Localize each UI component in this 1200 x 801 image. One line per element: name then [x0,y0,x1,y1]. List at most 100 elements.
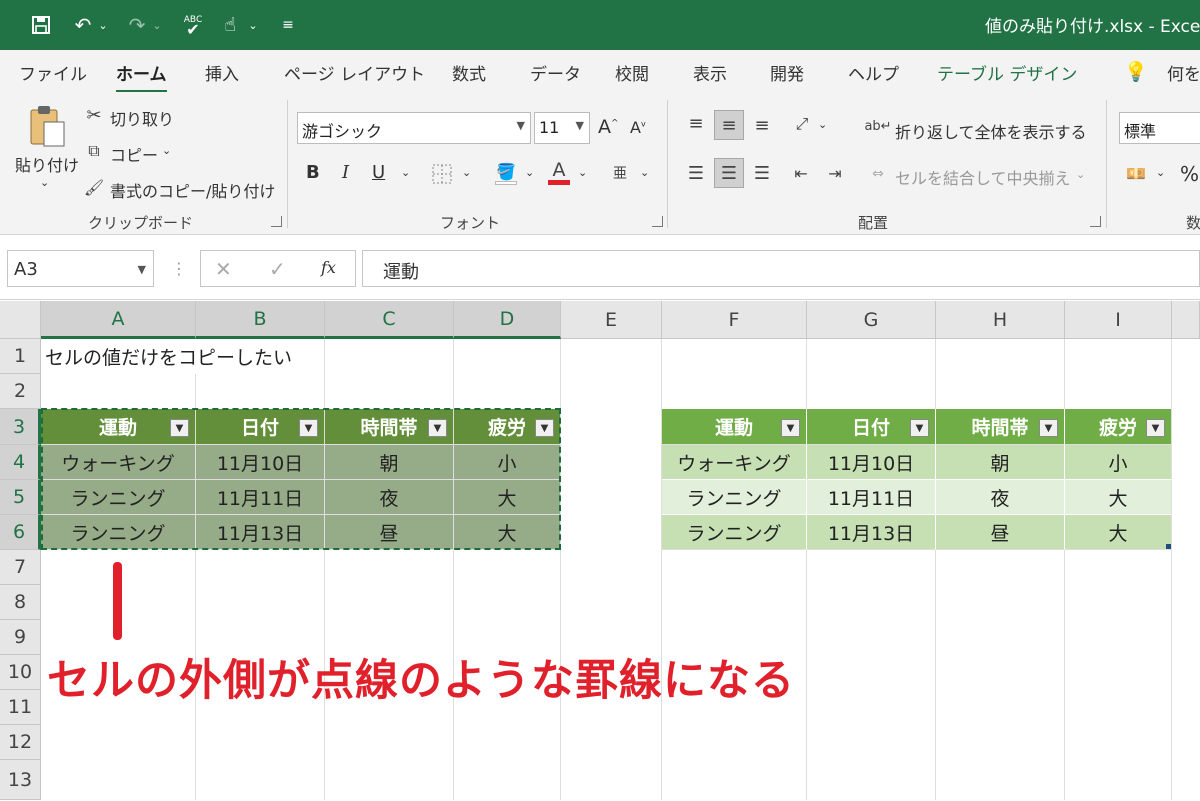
enter-icon[interactable]: ✓ [269,257,286,281]
cut-button[interactable]: 切り取り [110,106,174,130]
tab-view[interactable]: 表示 [693,60,727,85]
increase-indent-icon[interactable]: ⇥ [822,160,848,186]
filter-dropdown-icon[interactable]: ▼ [535,419,554,437]
scissors-icon[interactable]: ✂ [84,104,104,126]
font-color-icon[interactable]: A [546,156,572,188]
align-center-icon[interactable]: ☰ [714,158,744,188]
spellcheck-icon[interactable]: ABC ✔ [180,11,206,39]
row-header-12[interactable]: 12 [0,725,41,760]
table-cell[interactable]: 朝 [936,445,1065,480]
fill-color-icon[interactable]: 🪣 [493,158,519,188]
copy-button[interactable]: コピー [110,142,158,166]
formula-input[interactable]: 運動 [362,250,1200,287]
underline-button[interactable]: U [372,162,385,183]
table-resize-handle-icon[interactable] [1166,544,1171,549]
table-cell[interactable]: 昼 [325,515,454,550]
cell-a1[interactable]: セルの値だけをコピーしたい [45,339,295,374]
filter-dropdown-icon[interactable]: ▼ [170,419,189,437]
table-cell[interactable]: 11月13日 [807,515,936,550]
right-table-header-time[interactable]: 時間帯 ▼ [936,409,1065,445]
phonetic-dropdown-icon[interactable]: ⌄ [640,166,649,179]
paste-button[interactable]: 貼り付け [15,152,79,176]
table-cell[interactable]: 大 [1065,480,1172,515]
column-header-d[interactable]: D [454,301,561,339]
wrap-text-button[interactable]: 折り返して全体を表示する [895,119,1087,143]
column-header-g[interactable]: G [807,301,936,339]
paste-icon[interactable] [26,104,70,148]
table-cell[interactable]: 大 [1065,515,1172,550]
row-header-10[interactable]: 10 [0,655,41,690]
align-middle-icon[interactable]: ≡ [714,110,744,140]
column-header-j[interactable] [1172,301,1200,339]
column-header-i[interactable]: I [1065,301,1172,339]
tab-insert[interactable]: 挿入 [205,60,239,85]
left-table-header-fatigue[interactable]: 疲労 ▼ [454,409,561,445]
italic-button[interactable]: I [342,162,349,183]
tab-data[interactable]: データ [530,60,581,85]
wrap-text-icon[interactable]: ab↵ [864,114,891,138]
font-size-combo[interactable]: 11 ▼ [534,112,590,144]
table-cell[interactable]: 小 [454,445,561,480]
column-header-f[interactable]: F [662,301,807,339]
table-cell[interactable]: 小 [1065,445,1172,480]
format-painter-icon[interactable]: 🖌 [84,176,104,198]
table-cell[interactable]: 昼 [936,515,1065,550]
tab-formulas[interactable]: 数式 [452,60,486,85]
table-cell[interactable]: 11月10日 [196,445,325,480]
right-table-header-exercise[interactable]: 運動 ▼ [662,409,807,445]
row-header-9[interactable]: 9 [0,620,41,655]
border-dropdown-icon[interactable]: ⌄ [462,166,471,179]
orientation-icon[interactable]: ⤢ [790,112,814,136]
table-cell[interactable]: ウォーキング [41,445,196,480]
filter-dropdown-icon[interactable]: ▼ [781,419,800,437]
tab-home[interactable]: ホーム [116,60,167,93]
table-cell[interactable]: 夜 [936,480,1065,515]
table-cell[interactable]: ランニング [662,480,807,515]
currency-icon[interactable]: 💴 [1122,160,1150,186]
insert-function-button[interactable]: fx [321,258,336,277]
align-top-icon[interactable]: ≡ [683,110,709,136]
row-header-3[interactable]: 3 [0,409,41,445]
align-left-icon[interactable]: ☰ [683,160,709,186]
redo-icon[interactable]: ↷ [124,11,150,39]
table-cell[interactable]: 11月13日 [196,515,325,550]
phonetic-icon[interactable]: 亜 [608,160,632,186]
column-header-c[interactable]: C [325,301,454,339]
lightbulb-icon[interactable]: 💡 [1124,60,1148,83]
filter-dropdown-icon[interactable]: ▼ [299,419,318,437]
font-color-dropdown-icon[interactable]: ⌄ [578,166,587,179]
left-table-header-date[interactable]: 日付 ▼ [196,409,325,445]
font-launcher-icon[interactable] [652,216,663,227]
column-header-b[interactable]: B [196,301,325,339]
tell-me-search[interactable]: 何をし [1167,60,1200,85]
row-header-7[interactable]: 7 [0,550,41,585]
shrink-font-icon[interactable]: Av [630,118,646,137]
tab-help[interactable]: ヘルプ [848,60,899,85]
row-header-13[interactable]: 13 [0,760,41,800]
font-name-combo[interactable]: 游ゴシック ▼ [297,112,531,144]
table-cell[interactable]: 11月11日 [807,480,936,515]
touch-mode-icon[interactable]: ☝ [218,11,242,39]
copy-icon[interactable]: ⧉ [84,140,104,162]
tab-file[interactable]: ファイル [19,60,87,85]
left-table-header-time[interactable]: 時間帯 ▼ [325,409,454,445]
merge-center-button[interactable]: セルを結合して中央揃え [895,165,1071,189]
row-header-11[interactable]: 11 [0,690,41,725]
column-header-e[interactable]: E [561,301,662,339]
table-cell[interactable]: 大 [454,480,561,515]
decrease-indent-icon[interactable]: ⇤ [788,160,814,186]
clipboard-launcher-icon[interactable] [271,216,282,227]
table-cell[interactable]: ランニング [41,480,196,515]
name-box[interactable]: A3 ▼ [7,250,154,287]
orientation-dropdown-icon[interactable]: ⌄ [818,118,827,131]
filter-dropdown-icon[interactable]: ▼ [428,419,447,437]
table-cell[interactable]: 夜 [325,480,454,515]
left-table-header-exercise[interactable]: 運動 ▼ [41,409,196,445]
merge-dropdown-icon[interactable]: ⌄ [1076,168,1085,181]
column-header-h[interactable]: H [936,301,1065,339]
table-cell[interactable]: ウォーキング [662,445,807,480]
border-icon[interactable] [430,162,454,186]
touch-dropdown-icon[interactable]: ⌄ [246,11,260,39]
table-cell[interactable]: 11月11日 [196,480,325,515]
table-cell[interactable]: ランニング [662,515,807,550]
